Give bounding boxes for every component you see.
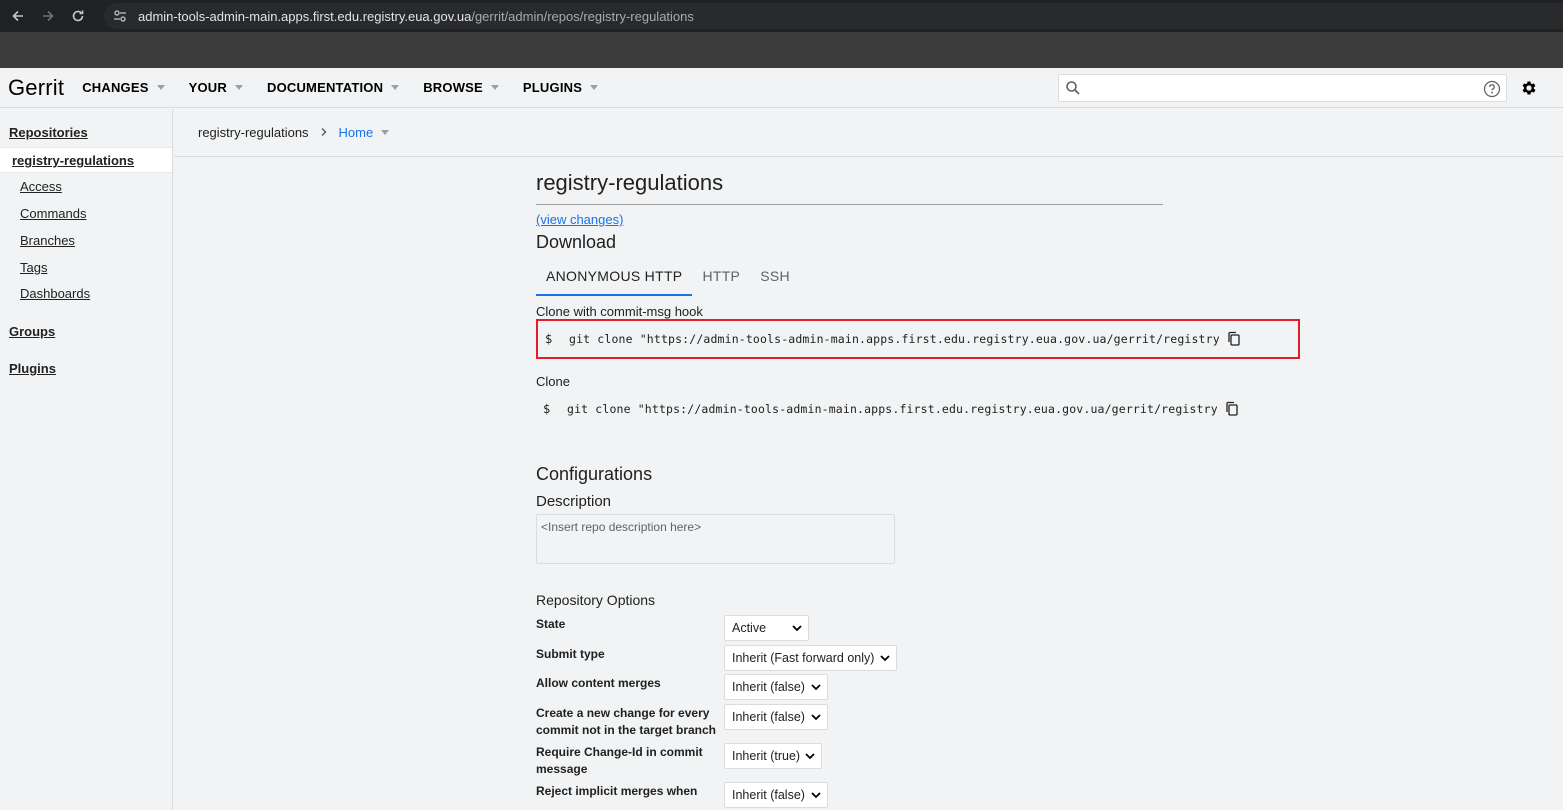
menu-changes[interactable]: CHANGES xyxy=(82,80,165,95)
help-icon[interactable] xyxy=(1482,79,1502,99)
option-label-allow-content-merges: Allow content merges xyxy=(536,676,661,690)
sidebar-groups[interactable]: Groups xyxy=(9,324,55,339)
gerrit-logo[interactable]: Gerrit xyxy=(8,75,64,101)
chevron-down-icon xyxy=(811,683,821,691)
chevron-down-icon xyxy=(811,791,821,799)
sidebar: Repositories registry-regulations Access… xyxy=(0,109,173,810)
tab-http[interactable]: HTTP xyxy=(692,264,750,296)
configurations-heading: Configurations xyxy=(536,464,653,484)
option-label-require-change-id: Require Change-Id in commit message xyxy=(536,745,703,776)
caret-down-icon xyxy=(490,85,499,90)
menu-documentation[interactable]: DOCUMENTATION xyxy=(267,80,400,95)
clone-hook-command[interactable]: git clone "https://admin-tools-admin-mai… xyxy=(569,332,1219,346)
menu-your[interactable]: YOUR xyxy=(189,80,243,95)
allow-content-merges-select[interactable]: Inherit (false) xyxy=(724,674,828,700)
option-label-state: State xyxy=(536,617,566,631)
clone-hook-row: $ git clone "https://admin-tools-admin-m… xyxy=(536,319,1300,359)
view-changes-link[interactable]: (view changes) xyxy=(536,212,623,227)
browser-toolbar: admin-tools-admin-main.apps.first.edu.re… xyxy=(0,0,1563,32)
option-label-submit-type: Submit type xyxy=(536,647,605,661)
url-text: admin-tools-admin-main.apps.first.edu.re… xyxy=(138,8,694,24)
state-select[interactable]: Active xyxy=(724,615,809,641)
caret-down-icon xyxy=(234,85,243,90)
caret-down-icon xyxy=(590,85,599,90)
caret-down-icon xyxy=(391,85,400,90)
reload-icon[interactable] xyxy=(66,4,90,28)
chevron-down-icon xyxy=(811,713,821,721)
copy-icon[interactable] xyxy=(1225,401,1239,417)
chevron-down-icon xyxy=(805,752,815,760)
sidebar-item-commands[interactable]: Commands xyxy=(20,206,86,221)
menu-browse[interactable]: BROWSE xyxy=(423,80,499,95)
sidebar-item-branches[interactable]: Branches xyxy=(20,233,75,248)
sidebar-current-repo-label[interactable]: registry-regulations xyxy=(12,153,134,168)
chevron-down-icon xyxy=(792,624,802,632)
address-bar[interactable]: admin-tools-admin-main.apps.first.edu.re… xyxy=(104,3,1563,29)
settings-gear-icon[interactable] xyxy=(1519,78,1539,98)
sidebar-current-repo[interactable]: registry-regulations xyxy=(0,147,172,173)
require-change-id-select[interactable]: Inherit (true) xyxy=(724,743,822,769)
search-icon xyxy=(1065,80,1081,96)
main-content: registry-regulations (view changes) Down… xyxy=(174,158,1563,810)
option-label-create-new-change: Create a new change for every commit not… xyxy=(536,706,717,737)
back-arrow-icon[interactable] xyxy=(6,4,30,28)
caret-down-icon xyxy=(381,130,390,135)
caret-down-icon xyxy=(156,85,165,90)
submit-type-select[interactable]: Inherit (Fast forward only) xyxy=(724,645,897,671)
clone-label: Clone xyxy=(536,374,570,389)
browser-bookmark-strip xyxy=(0,32,1563,68)
breadcrumb-repo: registry-regulations xyxy=(198,125,309,140)
repository-options-heading: Repository Options xyxy=(536,592,656,608)
tab-anonymous-http[interactable]: ANONYMOUS HTTP xyxy=(536,264,693,296)
site-settings-icon[interactable] xyxy=(112,8,128,24)
breadcrumb-page-dropdown[interactable]: Home xyxy=(339,125,390,140)
page-title: registry-regulations xyxy=(536,170,1163,205)
description-textarea[interactable]: <Insert repo description here> xyxy=(536,514,895,564)
sidebar-item-access[interactable]: Access xyxy=(20,179,62,194)
gerrit-header: Gerrit CHANGES YOUR DOCUMENTATION BROWSE… xyxy=(0,68,1563,108)
menu-plugins[interactable]: PLUGINS xyxy=(523,80,599,95)
prompt-symbol: $ xyxy=(545,332,553,346)
clone-command[interactable]: git clone "https://admin-tools-admin-mai… xyxy=(567,402,1217,416)
option-label-reject-implicit-merges: Reject implicit merges when xyxy=(536,784,698,798)
reject-implicit-merges-select[interactable]: Inherit (false) xyxy=(724,782,828,808)
prompt-symbol: $ xyxy=(543,402,551,416)
copy-icon[interactable] xyxy=(1227,331,1241,347)
forward-arrow-icon[interactable] xyxy=(36,4,60,28)
search-input[interactable] xyxy=(1087,76,1506,100)
download-tabs: ANONYMOUS HTTP HTTP SSH xyxy=(536,264,800,296)
sidebar-item-tags[interactable]: Tags xyxy=(20,260,47,275)
sidebar-plugins[interactable]: Plugins xyxy=(9,361,56,376)
sidebar-item-dashboards[interactable]: Dashboards xyxy=(20,286,90,301)
sidebar-repositories[interactable]: Repositories xyxy=(9,125,88,140)
chevron-down-icon xyxy=(880,654,890,662)
clone-row: $ git clone "https://admin-tools-admin-m… xyxy=(536,389,1300,429)
download-heading: Download xyxy=(536,232,617,252)
chevron-right-icon xyxy=(319,125,329,140)
description-heading: Description xyxy=(536,493,612,510)
tab-ssh[interactable]: SSH xyxy=(750,264,800,296)
search-box[interactable] xyxy=(1058,74,1507,102)
breadcrumb: registry-regulations Home xyxy=(174,109,1563,157)
clone-hook-label: Clone with commit-msg hook xyxy=(536,304,703,319)
create-new-change-select[interactable]: Inherit (false) xyxy=(724,704,828,730)
